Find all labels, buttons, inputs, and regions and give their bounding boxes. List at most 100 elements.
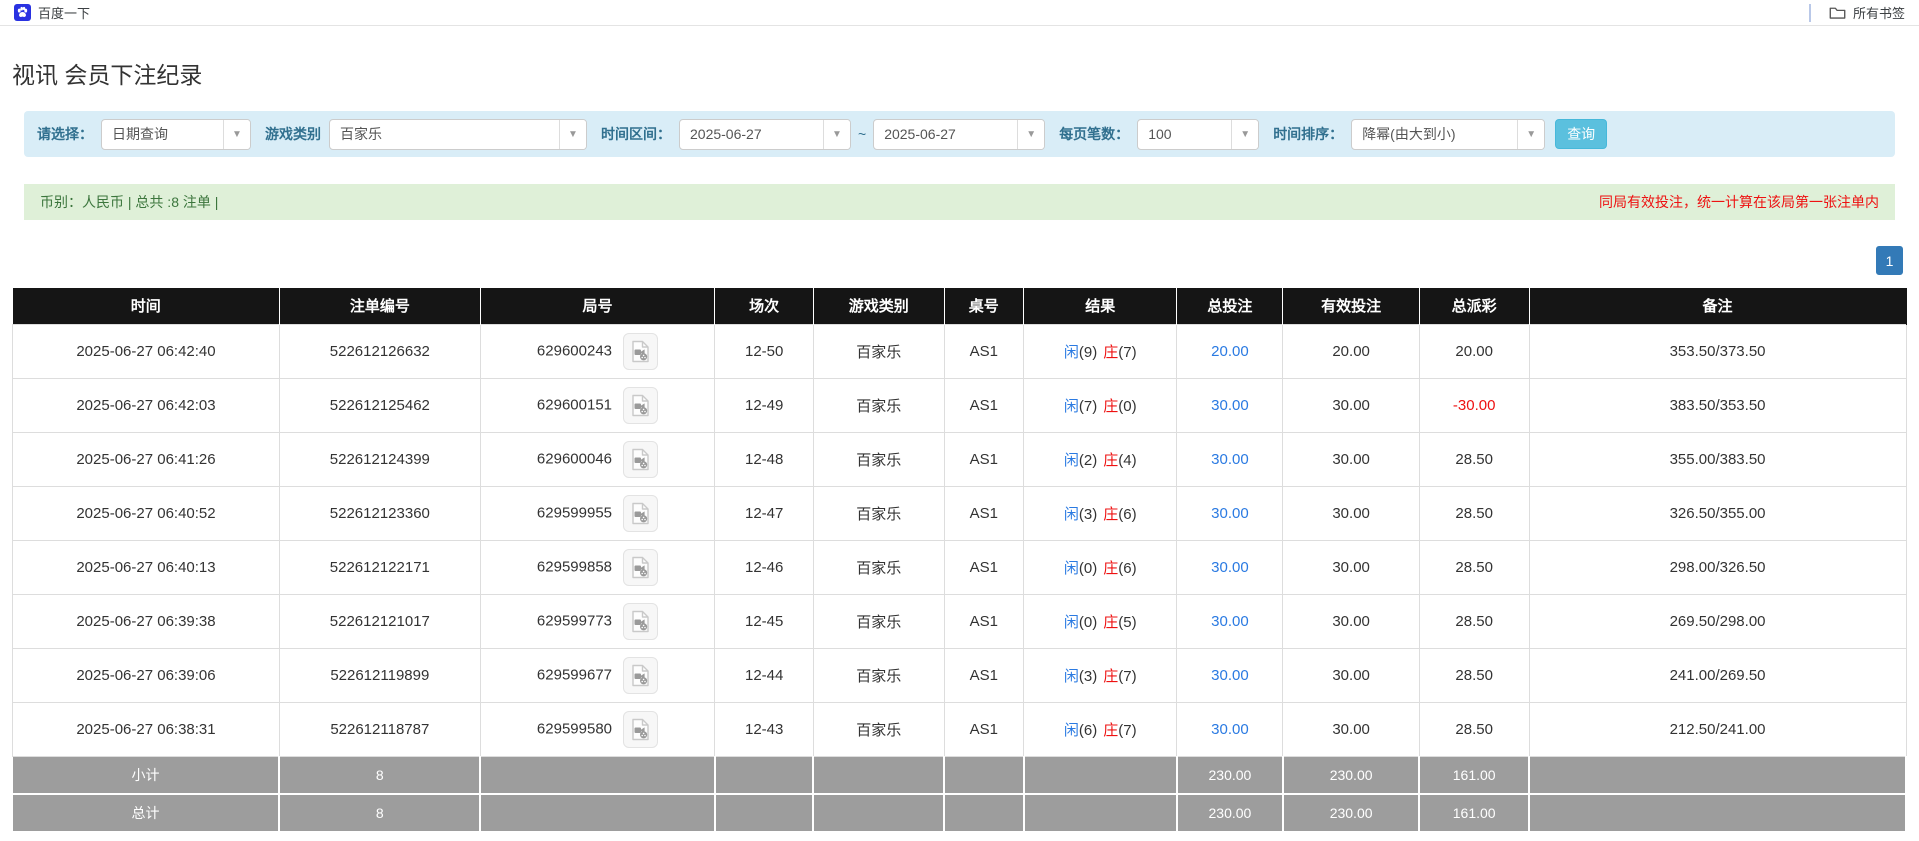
video-replay-button[interactable] <box>623 386 659 424</box>
table-row: 2025-06-27 06:40:13 522612122171 6295998… <box>12 539 1907 595</box>
result-banker-score: (7) <box>1118 343 1137 361</box>
query-type-select[interactable]: 日期查询 ▼ <box>101 118 251 150</box>
cell-round: 629600046 <box>479 431 716 487</box>
cell-bet-id: 522612119899 <box>278 647 481 703</box>
result-banker-label: 庄 <box>1103 613 1119 631</box>
result-player-score: (3) <box>1078 505 1098 523</box>
subtotal-row: 小计 8 230.00 230.00 161.00 <box>12 756 1907 795</box>
header-result: 结果 <box>1023 288 1178 324</box>
date-from-value: 2025-06-27 <box>690 126 762 142</box>
cell-total-bet: 30.00 <box>1176 377 1284 433</box>
video-replay-button[interactable] <box>623 656 659 694</box>
grand-total-label: 总计 <box>12 793 281 833</box>
total-bet-link[interactable]: 30.00 <box>1211 613 1249 630</box>
header-valid-bet: 有效投注 <box>1282 288 1420 324</box>
cell-payout: 28.50 <box>1418 485 1530 541</box>
video-replay-button[interactable] <box>623 710 659 748</box>
all-bookmarks-label: 所有书签 <box>1852 6 1905 21</box>
result-banker-score: (4) <box>1118 451 1137 469</box>
game-type-select[interactable]: 百家乐 ▼ <box>329 118 587 150</box>
cell-valid-bet: 20.00 <box>1282 323 1420 379</box>
header-round: 局号 <box>480 288 716 324</box>
date-to-select[interactable]: 2025-06-27 ▼ <box>873 118 1046 150</box>
cell-valid-bet: 30.00 <box>1282 377 1420 433</box>
cell-session: 12-50 <box>714 323 814 379</box>
bookmarks-bar: 百度一下 所有书签 <box>0 0 1919 26</box>
table-row: 2025-06-27 06:38:31 522612118787 6295995… <box>12 701 1907 757</box>
result-banker-score: (0) <box>1118 397 1137 415</box>
cell-valid-bet: 30.00 <box>1282 431 1420 487</box>
cell-time: 2025-06-27 06:38:31 <box>12 701 280 757</box>
cell-game: 百家乐 <box>812 593 945 649</box>
date-from-select[interactable]: 2025-06-27 ▼ <box>679 118 851 150</box>
result-banker-label: 庄 <box>1103 721 1119 739</box>
search-button[interactable]: 查询 <box>1555 119 1608 149</box>
cell-round: 629599858 <box>479 539 716 595</box>
page-size-select[interactable]: 100 ▼ <box>1137 118 1260 150</box>
bookmarks-divider <box>1808 3 1811 22</box>
subtotal-valid-bet: 230.00 <box>1282 756 1421 795</box>
cell-payout: -30.00 <box>1418 377 1530 433</box>
total-bet-link[interactable]: 30.00 <box>1211 667 1249 684</box>
result-player-label: 闲 <box>1063 613 1079 631</box>
cell-table: AS1 <box>943 485 1025 541</box>
round-id: 629600046 <box>536 449 613 467</box>
cell-remark: 383.50/353.50 <box>1528 377 1907 433</box>
folder-icon <box>1829 5 1846 20</box>
cell-result: 闲(9) 庄(7) <box>1023 323 1178 379</box>
round-id: 629599955 <box>536 503 613 521</box>
cell-bet-id: 522612121017 <box>278 593 481 649</box>
cell-game: 百家乐 <box>812 701 945 757</box>
baidu-paw-icon <box>14 4 31 21</box>
summary-notice-text: 同局有效投注，统一计算在该局第一张注单内 <box>1599 194 1879 210</box>
total-bet-link[interactable]: 30.00 <box>1211 397 1249 414</box>
bookmark-baidu[interactable]: 百度一下 <box>14 3 90 22</box>
total-bet-link[interactable]: 30.00 <box>1211 559 1249 576</box>
cell-remark: 326.50/355.00 <box>1528 485 1907 541</box>
cell-valid-bet: 30.00 <box>1282 593 1420 649</box>
grand-total-total-bet: 230.00 <box>1176 793 1284 833</box>
total-bet-link[interactable]: 30.00 <box>1211 721 1249 738</box>
grand-total-valid-bet: 230.00 <box>1282 793 1421 833</box>
video-replay-button[interactable] <box>623 548 659 586</box>
game-type-label: 游戏类别 <box>265 126 321 142</box>
chevron-down-icon: ▼ <box>223 119 250 149</box>
page-1-button[interactable]: 1 <box>1876 246 1903 275</box>
video-replay-button[interactable] <box>623 494 659 532</box>
result-player-label: 闲 <box>1063 397 1079 415</box>
cell-round: 629600243 <box>479 323 716 379</box>
result-banker-label: 庄 <box>1103 505 1119 523</box>
page-title: 视讯 会员下注纪录 <box>12 62 203 88</box>
cell-total-bet: 30.00 <box>1176 593 1284 649</box>
cell-game: 百家乐 <box>812 485 945 541</box>
cell-table: AS1 <box>943 593 1025 649</box>
round-id: 629599773 <box>536 611 613 629</box>
result-player-score: (9) <box>1078 343 1098 361</box>
cell-remark: 298.00/326.50 <box>1528 539 1907 595</box>
cell-result: 闲(3) 庄(7) <box>1023 647 1178 703</box>
chevron-down-icon: ▼ <box>1231 119 1259 149</box>
cell-game: 百家乐 <box>812 323 945 379</box>
subtotal-count: 8 <box>279 756 482 795</box>
video-replay-button[interactable] <box>623 602 659 640</box>
video-replay-button[interactable] <box>623 440 659 478</box>
cell-round: 629599955 <box>479 485 716 541</box>
cell-valid-bet: 30.00 <box>1282 647 1420 703</box>
cell-time: 2025-06-27 06:41:26 <box>12 431 280 487</box>
sort-select[interactable]: 降幂(由大到小) ▼ <box>1351 118 1546 150</box>
total-bet-link[interactable]: 20.00 <box>1211 343 1249 360</box>
header-session: 场次 <box>714 288 814 324</box>
cell-time: 2025-06-27 06:40:52 <box>12 485 280 541</box>
pagination: 1 <box>0 246 1903 275</box>
total-bet-link[interactable]: 30.00 <box>1211 505 1249 522</box>
total-bet-link[interactable]: 30.00 <box>1211 451 1249 468</box>
cell-time: 2025-06-27 06:42:03 <box>12 377 280 433</box>
all-bookmarks-button[interactable]: 所有书签 <box>1829 3 1905 22</box>
date-range-label: 时间区间： <box>601 126 671 142</box>
table-row: 2025-06-27 06:41:26 522612124399 6296000… <box>12 431 1907 487</box>
video-replay-button[interactable] <box>623 332 659 370</box>
summary-bar: 币别：人民币 | 总共 :8 注单 | 同局有效投注，统一计算在该局第一张注单内 <box>24 184 1895 220</box>
cell-payout: 28.50 <box>1418 431 1530 487</box>
result-player-label: 闲 <box>1063 667 1079 685</box>
result-player-label: 闲 <box>1063 721 1079 739</box>
